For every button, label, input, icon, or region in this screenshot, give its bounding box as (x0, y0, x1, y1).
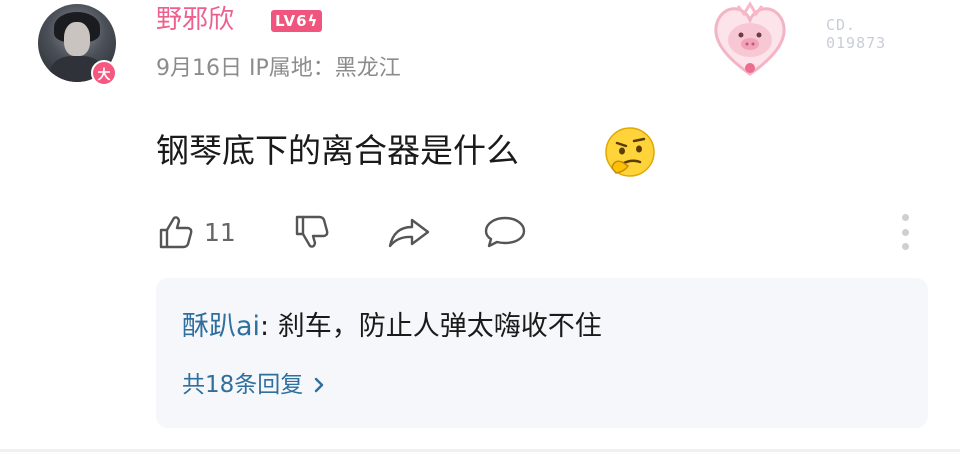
username[interactable]: 野邪欣 (156, 3, 234, 37)
replies-box[interactable]: 酥趴ai: 刹车，防止人弹太嗨收不住 共18条回复 (156, 278, 928, 428)
more-dot (901, 228, 909, 236)
chevron-right-icon (315, 377, 324, 393)
reply-text: 刹车，防止人弹太嗨收不住 (269, 311, 602, 342)
comment-date: 9月16日 (156, 56, 242, 81)
comment-icon (484, 216, 526, 248)
decoration-code: CD. 019873 (826, 16, 886, 52)
reply-button[interactable] (482, 212, 528, 252)
view-all-replies-link[interactable]: 共18条回复 (182, 368, 325, 402)
reply-author[interactable]: 酥趴ai (182, 311, 260, 342)
ip-location: IP属地：黑龙江 (249, 56, 401, 81)
pig-decoration-icon (714, 1, 786, 76)
avatar-face (64, 22, 90, 56)
share-icon (388, 218, 430, 248)
thumbs-up-icon (159, 216, 193, 249)
decoration-code-line: 019873 (826, 34, 887, 52)
reply-total-label: 共18条回复 (182, 372, 304, 398)
comment-meta: 9月16日 IP属地：黑龙江 (156, 54, 401, 84)
thumbs-down-icon (295, 215, 329, 248)
dislike-button[interactable] (292, 212, 332, 252)
avatar-badge: 大 (91, 60, 117, 86)
like-button[interactable]: 11 (156, 212, 236, 252)
like-count: 11 (204, 217, 236, 247)
reply-preview: 酥趴ai: 刹车，防止人弹太嗨收不住 (182, 308, 602, 346)
share-button[interactable] (386, 212, 432, 252)
comment-actions: 11 (156, 212, 916, 252)
thinking-face-emoji-icon (605, 127, 655, 177)
more-dot (901, 243, 909, 250)
more-dot (901, 214, 909, 221)
more-options-button[interactable] (898, 214, 912, 250)
level-label: LV6 (275, 12, 308, 30)
lightning-icon: ϟ (307, 12, 319, 30)
level-badge: LV6ϟ (271, 10, 323, 32)
comment-text: 钢琴底下的离合器是什么 (156, 131, 519, 170)
decoration-code-line: CD. (826, 16, 857, 34)
reply-separator: : (260, 311, 270, 342)
